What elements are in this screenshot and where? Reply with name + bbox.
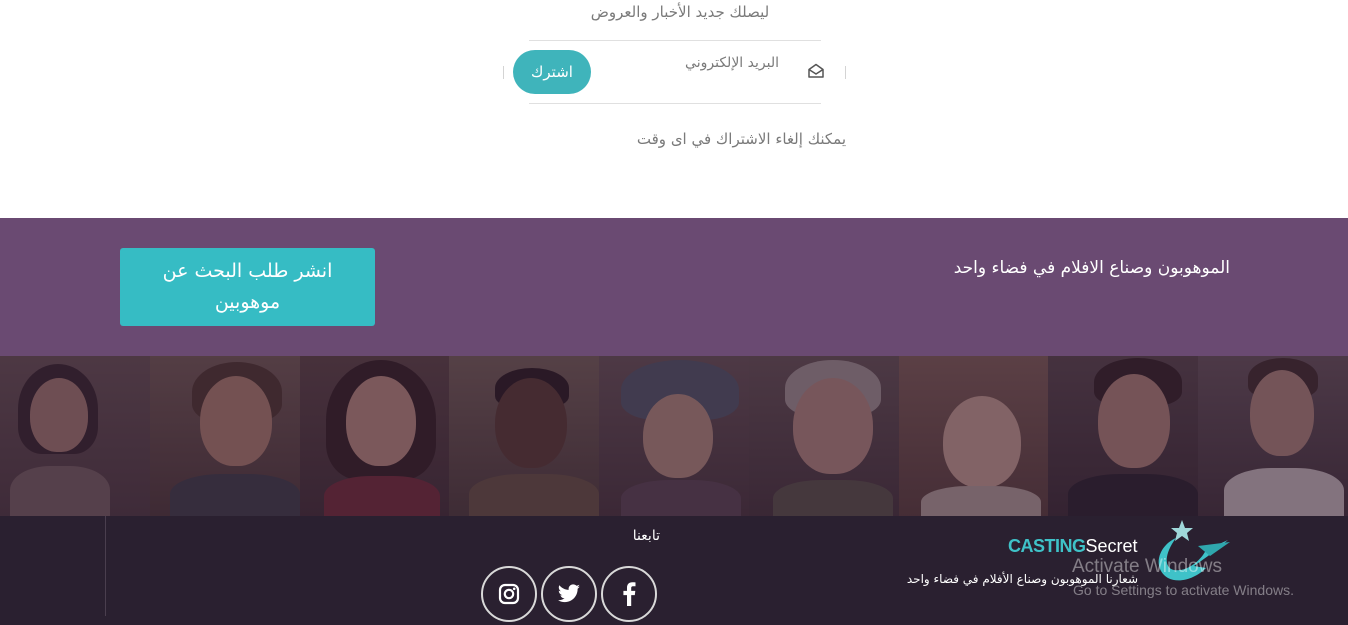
- facebook-icon[interactable]: [601, 566, 657, 622]
- newsletter-section: ليصلك جديد الأخبار والعروض اشترك يمكنك إ…: [0, 0, 1348, 218]
- newsletter-form: اشترك: [503, 40, 846, 104]
- site-footer: تابعنا CASTINGSecret شعارنا الموهوبون وص…: [0, 516, 1348, 625]
- talent-photo: [748, 356, 899, 516]
- brand-secret: Secret: [1085, 536, 1138, 556]
- talent-photo: [449, 356, 600, 516]
- form-divider-bottom: [529, 103, 821, 104]
- windows-activation-title: Activate Windows: [1072, 556, 1222, 577]
- talent-photo: [149, 356, 300, 516]
- talent-photo: [1048, 356, 1199, 516]
- talent-photo: [299, 356, 450, 516]
- brand-casting: CASTING: [1008, 536, 1086, 556]
- follow-us-label: تابعنا: [632, 528, 660, 544]
- talent-photo: [0, 356, 150, 516]
- talent-photo: [898, 356, 1049, 516]
- subscribe-button[interactable]: اشترك: [513, 50, 591, 94]
- talent-photo: [1198, 356, 1348, 516]
- form-divider-top: [529, 40, 821, 41]
- talent-photo-strip: [0, 356, 1348, 516]
- instagram-icon[interactable]: [481, 566, 537, 622]
- post-talent-search-button[interactable]: انشر طلب البحث عن موهوبين: [120, 248, 375, 326]
- windows-activation-subtitle: Go to Settings to activate Windows.: [1073, 582, 1294, 598]
- promo-band: الموهوبون وصناع الافلام في فضاء واحد انش…: [0, 218, 1348, 356]
- newsletter-heading: ليصلك جديد الأخبار والعروض: [590, 3, 770, 21]
- email-field[interactable]: [599, 48, 779, 78]
- footer-divider: [105, 516, 106, 616]
- talent-photo: [599, 356, 749, 516]
- form-edge-right: [845, 66, 846, 79]
- form-edge-left: [503, 66, 504, 79]
- twitter-icon[interactable]: [541, 566, 597, 622]
- unsubscribe-note: يمكنك إلغاء الاشتراك في اى وقت: [636, 130, 846, 148]
- band-tagline: الموهوبون وصناع الافلام في فضاء واحد: [953, 258, 1230, 278]
- envelope-open-icon: [807, 62, 825, 80]
- brand-wordmark[interactable]: CASTINGSecret: [1008, 536, 1138, 557]
